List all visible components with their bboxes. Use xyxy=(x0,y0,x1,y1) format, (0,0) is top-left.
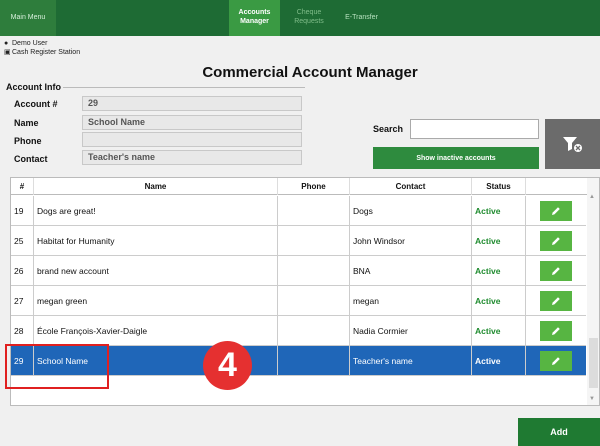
cell-contact: Teacher's name xyxy=(350,346,472,375)
name-field[interactable]: School Name xyxy=(82,115,302,130)
table-scrollbar[interactable]: ▲ ▼ xyxy=(587,178,599,405)
main-menu-button[interactable]: Main Menu xyxy=(0,0,56,36)
contact-label: Contact xyxy=(14,154,48,164)
cell-status: Active xyxy=(472,286,526,315)
edit-button[interactable] xyxy=(540,320,572,341)
edit-button[interactable] xyxy=(540,350,572,371)
cell-status: Active xyxy=(472,196,526,225)
cell-phone xyxy=(278,346,350,375)
phone-label: Phone xyxy=(14,136,42,146)
station-name: Cash Register Station xyxy=(12,49,81,56)
cell-number: 19 xyxy=(11,196,34,225)
clear-filter-button[interactable] xyxy=(545,119,600,169)
cell-name: École François-Xavier-Daigle xyxy=(34,316,278,345)
search-label: Search xyxy=(373,124,404,134)
cell-edit xyxy=(526,256,586,285)
cell-number: 26 xyxy=(11,256,34,285)
annotation-highlight-box xyxy=(5,344,109,389)
phone-field[interactable] xyxy=(82,132,302,147)
search-input[interactable] xyxy=(410,119,539,139)
cell-contact: Dogs xyxy=(350,196,472,225)
register-icon: ▣ xyxy=(4,49,11,56)
user-icon: ● xyxy=(4,40,9,47)
user-name: Demo User xyxy=(12,40,48,47)
cell-edit xyxy=(526,346,586,375)
pencil-icon xyxy=(552,206,560,215)
pencil-icon xyxy=(552,236,560,245)
pencil-icon xyxy=(552,326,560,335)
cell-phone xyxy=(278,286,350,315)
scroll-down-icon[interactable]: ▼ xyxy=(589,396,595,402)
page-title: Commercial Account Manager xyxy=(202,64,418,81)
pencil-icon xyxy=(552,356,560,365)
table-row[interactable]: 19 Dogs are great! Dogs Active xyxy=(11,196,586,226)
edit-button[interactable] xyxy=(540,200,572,221)
header-edit xyxy=(526,178,586,195)
cell-name: brand new account xyxy=(34,256,278,285)
pencil-icon xyxy=(552,296,560,305)
top-nav-bar: Main Menu Accounts Manager Cheque Reques… xyxy=(0,0,600,36)
header-phone[interactable]: Phone xyxy=(278,178,350,195)
cell-contact: BNA xyxy=(350,256,472,285)
cell-name: Dogs are great! xyxy=(34,196,278,225)
pencil-icon xyxy=(552,266,560,275)
filter-clear-icon xyxy=(562,137,582,152)
show-inactive-accounts-button[interactable]: Show inactive accounts xyxy=(373,147,539,169)
header-name[interactable]: Name xyxy=(34,178,278,195)
header-status[interactable]: Status xyxy=(472,178,526,195)
cell-contact: John Windsor xyxy=(350,226,472,255)
cell-phone xyxy=(278,226,350,255)
accounts-manager-tab[interactable]: Accounts Manager xyxy=(229,0,280,36)
cell-status: Active xyxy=(472,346,526,375)
annotation-step-badge: 4 xyxy=(203,341,252,390)
edit-button[interactable] xyxy=(540,290,572,311)
cell-name: megan green xyxy=(34,286,278,315)
edit-button[interactable] xyxy=(540,260,572,281)
cell-number: 25 xyxy=(11,226,34,255)
cell-phone xyxy=(278,256,350,285)
name-label: Name xyxy=(14,118,39,128)
cell-status: Active xyxy=(472,316,526,345)
account-info-legend: Account Info xyxy=(4,82,63,92)
header-contact[interactable]: Contact xyxy=(350,178,472,195)
cheque-requests-tab[interactable]: Cheque Requests xyxy=(282,0,336,36)
cell-edit xyxy=(526,286,586,315)
cell-phone xyxy=(278,196,350,225)
user-info: ● Demo User ▣Cash Register Station xyxy=(4,39,80,57)
cell-phone xyxy=(278,316,350,345)
cell-edit xyxy=(526,196,586,225)
account-number-label: Account # xyxy=(14,99,58,109)
cell-name: Habitat for Humanity xyxy=(34,226,278,255)
cell-number: 28 xyxy=(11,316,34,345)
table-header: # Name Phone Contact Status xyxy=(11,178,599,195)
add-button[interactable]: Add xyxy=(518,418,600,446)
table-row[interactable]: 28 École François-Xavier-Daigle Nadia Co… xyxy=(11,316,586,346)
table-row[interactable]: 27 megan green megan Active xyxy=(11,286,586,316)
cell-edit xyxy=(526,316,586,345)
cell-contact: megan xyxy=(350,286,472,315)
contact-field[interactable]: Teacher's name xyxy=(82,150,302,165)
cell-status: Active xyxy=(472,226,526,255)
etransfer-tab[interactable]: E-Transfer xyxy=(337,0,386,36)
scroll-thumb[interactable] xyxy=(589,338,598,388)
table-row[interactable]: 26 brand new account BNA Active xyxy=(11,256,586,286)
scroll-up-icon[interactable]: ▲ xyxy=(589,194,595,200)
header-number[interactable]: # xyxy=(11,178,34,195)
cell-number: 27 xyxy=(11,286,34,315)
cell-contact: Nadia Cormier xyxy=(350,316,472,345)
cell-status: Active xyxy=(472,256,526,285)
table-row[interactable]: 25 Habitat for Humanity John Windsor Act… xyxy=(11,226,586,256)
account-number-field[interactable]: 29 xyxy=(82,96,302,111)
cell-edit xyxy=(526,226,586,255)
edit-button[interactable] xyxy=(540,230,572,251)
